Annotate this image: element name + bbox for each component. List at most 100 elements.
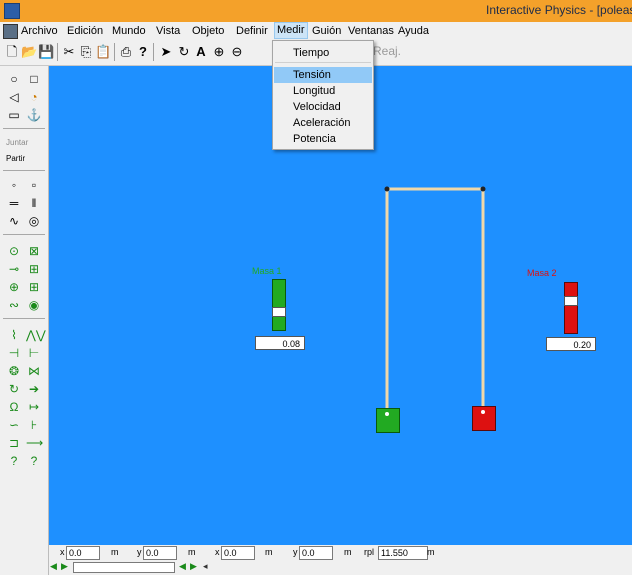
open-folder-icon[interactable]: 📂	[21, 44, 37, 60]
mass-1-point	[385, 412, 389, 416]
play-icon[interactable]: ▶	[61, 561, 71, 572]
rpl-label: rpl	[364, 547, 375, 557]
curved-joint-icon[interactable]: ∾	[6, 298, 22, 312]
menu-edicion[interactable]: Edición	[67, 25, 103, 37]
print-icon[interactable]: ⎙	[118, 44, 134, 60]
new-file-icon[interactable]: 🗋	[4, 44, 20, 60]
save-icon[interactable]: 💾	[38, 44, 54, 60]
probe-icon[interactable]: ⊐	[6, 436, 22, 450]
slot-joint-h-icon[interactable]: ⊸	[6, 262, 22, 276]
anchor-icon[interactable]: ⚓	[26, 108, 42, 122]
force-icon[interactable]: ➔	[26, 382, 42, 396]
menu-medir[interactable]: Medir	[274, 22, 308, 39]
menu-item-velocidad[interactable]: Velocidad	[274, 99, 372, 115]
mass-2-meter[interactable]	[564, 282, 578, 334]
y2-field[interactable]: 0.0	[299, 546, 333, 560]
paste-icon[interactable]: 📋	[95, 44, 111, 60]
rigid-joint-icon[interactable]: ⊙	[6, 244, 22, 258]
mass-2-meter-slider[interactable]	[564, 296, 578, 306]
curved-body-icon[interactable]: ◔	[26, 90, 42, 104]
linear-element-icon[interactable]: ⟶	[26, 436, 43, 450]
slot-horizontal-icon[interactable]: ═	[6, 196, 22, 210]
rewind-icon[interactable]: ◀	[50, 561, 60, 572]
tape-player-slider[interactable]	[73, 562, 175, 573]
keyed-slot-icon[interactable]: ⊞	[26, 262, 42, 276]
meter-icon[interactable]: ?	[6, 454, 22, 468]
pulley-right[interactable]	[480, 186, 486, 192]
menu-objeto[interactable]: Objeto	[192, 25, 224, 37]
square-point-icon[interactable]: ▫	[26, 178, 42, 192]
motor-icon[interactable]: ↻	[6, 382, 22, 396]
palette-divider	[3, 234, 45, 235]
mass-1-meter-slider[interactable]	[272, 307, 286, 317]
circle-tool-icon[interactable]: ○	[6, 72, 22, 86]
rotate-icon[interactable]: ↻	[176, 44, 192, 60]
spring-damper-icon[interactable]: ⊢	[26, 346, 42, 360]
x1-unit: m	[111, 547, 119, 557]
menu-archivo[interactable]: Archivo	[21, 25, 58, 37]
menu-mundo[interactable]: Mundo	[112, 25, 146, 37]
slot-joint-v-icon[interactable]: ⊕	[6, 280, 22, 294]
square-joint-icon[interactable]: ⊠	[26, 244, 42, 258]
x2-field[interactable]: 0.0	[221, 546, 255, 560]
step-back-icon[interactable]: ◀	[179, 561, 189, 572]
status-bar: x 0.0 m y 0.0 m x 0.0 m y 0.0 m rpl 11.5…	[49, 545, 632, 575]
palette-divider	[3, 128, 45, 129]
separator-icon[interactable]: ⊦	[26, 418, 42, 432]
rpl-field[interactable]: 11.550	[378, 546, 428, 560]
pulley-left[interactable]	[384, 186, 390, 192]
text-tool-icon[interactable]: A	[193, 44, 209, 60]
menu-item-tension[interactable]: Tensión	[274, 67, 372, 83]
menu-vista[interactable]: Vista	[156, 25, 180, 37]
menu-item-aceleracion[interactable]: Aceleración	[274, 115, 372, 131]
menu-definir[interactable]: Definir	[236, 25, 268, 37]
zoom-in-icon[interactable]: ⊕	[211, 44, 227, 60]
curved-slot-icon[interactable]: ∿	[6, 214, 22, 228]
menu-item-tiempo[interactable]: Tiempo	[274, 45, 372, 61]
slot-vertical-icon[interactable]: ‖	[26, 196, 42, 210]
rectangle-tool-icon[interactable]: □	[26, 72, 42, 86]
actuator-icon[interactable]: ↦	[26, 400, 42, 414]
polygon-tool-icon[interactable]: ◁	[6, 90, 22, 104]
palette-divider	[3, 318, 45, 319]
help-icon[interactable]: ?	[135, 44, 151, 60]
x1-field[interactable]: 0.0	[66, 546, 100, 560]
pulley-icon[interactable]: ❂	[6, 364, 22, 378]
y2-unit: m	[344, 547, 352, 557]
torque-icon[interactable]: Ω	[6, 400, 22, 414]
spring-icon[interactable]: ⋀⋁	[26, 328, 46, 342]
gear-joint-icon[interactable]: ◉	[26, 298, 42, 312]
mass-1-meter[interactable]	[272, 279, 286, 331]
zoom-out-icon[interactable]: ⊖	[229, 44, 245, 60]
menu-ayuda[interactable]: Ayuda	[398, 25, 429, 37]
partir-button[interactable]: Partir	[6, 154, 25, 163]
rope-icon[interactable]: ⌇	[6, 328, 22, 342]
y1-field[interactable]: 0.0	[143, 546, 177, 560]
x1-label: x	[60, 547, 65, 557]
menu-item-potencia[interactable]: Potencia	[274, 131, 372, 147]
medir-dropdown: Tiempo Tensión Longitud Velocidad Aceler…	[272, 40, 374, 150]
juntar-button[interactable]: Juntar	[6, 138, 28, 147]
square-body-icon[interactable]: ▭	[6, 108, 22, 122]
damper-icon[interactable]: ⊣	[6, 346, 22, 360]
reaj-button[interactable]: Reaj.	[373, 44, 401, 58]
meter-menu-icon[interactable]: ?	[26, 454, 42, 468]
tool-palette: ○ □ ◁ ◔ ▭ ⚓ Juntar Partir ◦ ▫ ═ ‖ ∿ ◎ ⊙ …	[0, 66, 49, 575]
curve-element-icon[interactable]: ∽	[6, 418, 22, 432]
pin-joint-icon[interactable]: ◎	[26, 214, 42, 228]
point-element-icon[interactable]: ◦	[6, 178, 22, 192]
copy-icon[interactable]: ⎘	[78, 44, 94, 60]
rod-icon[interactable]: ⋈	[26, 364, 42, 378]
rpl-unit: m	[427, 547, 435, 557]
menu-guion[interactable]: Guión	[312, 25, 341, 37]
app-icon[interactable]	[4, 3, 20, 19]
menu-item-longitud[interactable]: Longitud	[274, 83, 372, 99]
document-icon[interactable]	[3, 24, 18, 39]
menu-ventanas[interactable]: Ventanas	[348, 25, 394, 37]
step-forward-icon[interactable]: ▶	[190, 561, 200, 572]
cut-icon[interactable]: ✂	[61, 44, 77, 60]
mass-2-label: Masa 2	[527, 268, 557, 278]
keyed-slot-v-icon[interactable]: ⊞	[26, 280, 42, 294]
arrow-select-icon[interactable]: ➤	[158, 44, 174, 60]
scroll-left-icon[interactable]: ◂	[203, 561, 213, 572]
